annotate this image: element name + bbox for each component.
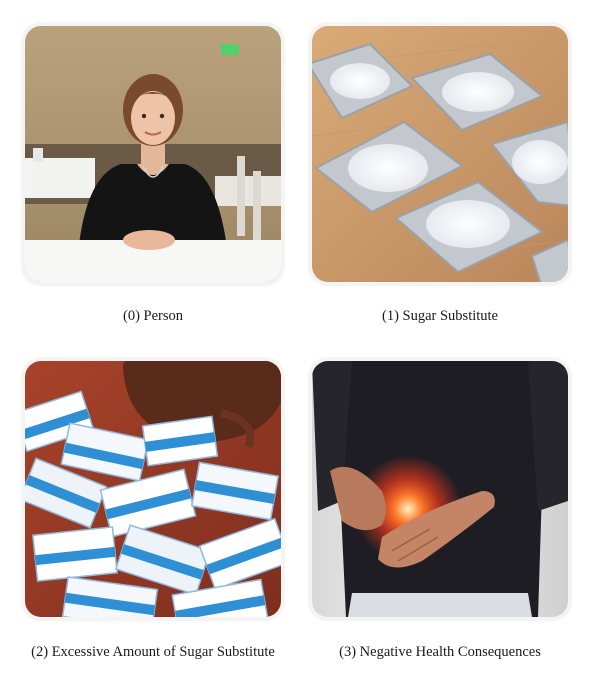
caption-negative-health-consequences: (3) Negative Health Consequences [339,644,541,660]
panel-negative-health-consequences-image [312,361,568,617]
sugar-packets-illustration [312,26,568,282]
caption-sugar-substitute: (1) Sugar Substitute [382,308,498,324]
sweetener-packet [31,526,119,582]
face [131,91,175,145]
caption-excessive-amount: (2) Excessive Amount of Sugar Substitute [31,644,275,660]
exit-sign [221,44,239,55]
panel-excessive-sugar-substitute-image [25,361,281,617]
folded-hands [123,230,175,250]
person-illustration [25,26,281,282]
packet-pile-illustration [25,361,281,617]
stomach-pain-illustration [312,361,568,617]
panel-person-image [25,26,281,282]
panel-sugar-substitute-image [312,26,568,282]
caption-person: (0) Person [122,308,183,324]
